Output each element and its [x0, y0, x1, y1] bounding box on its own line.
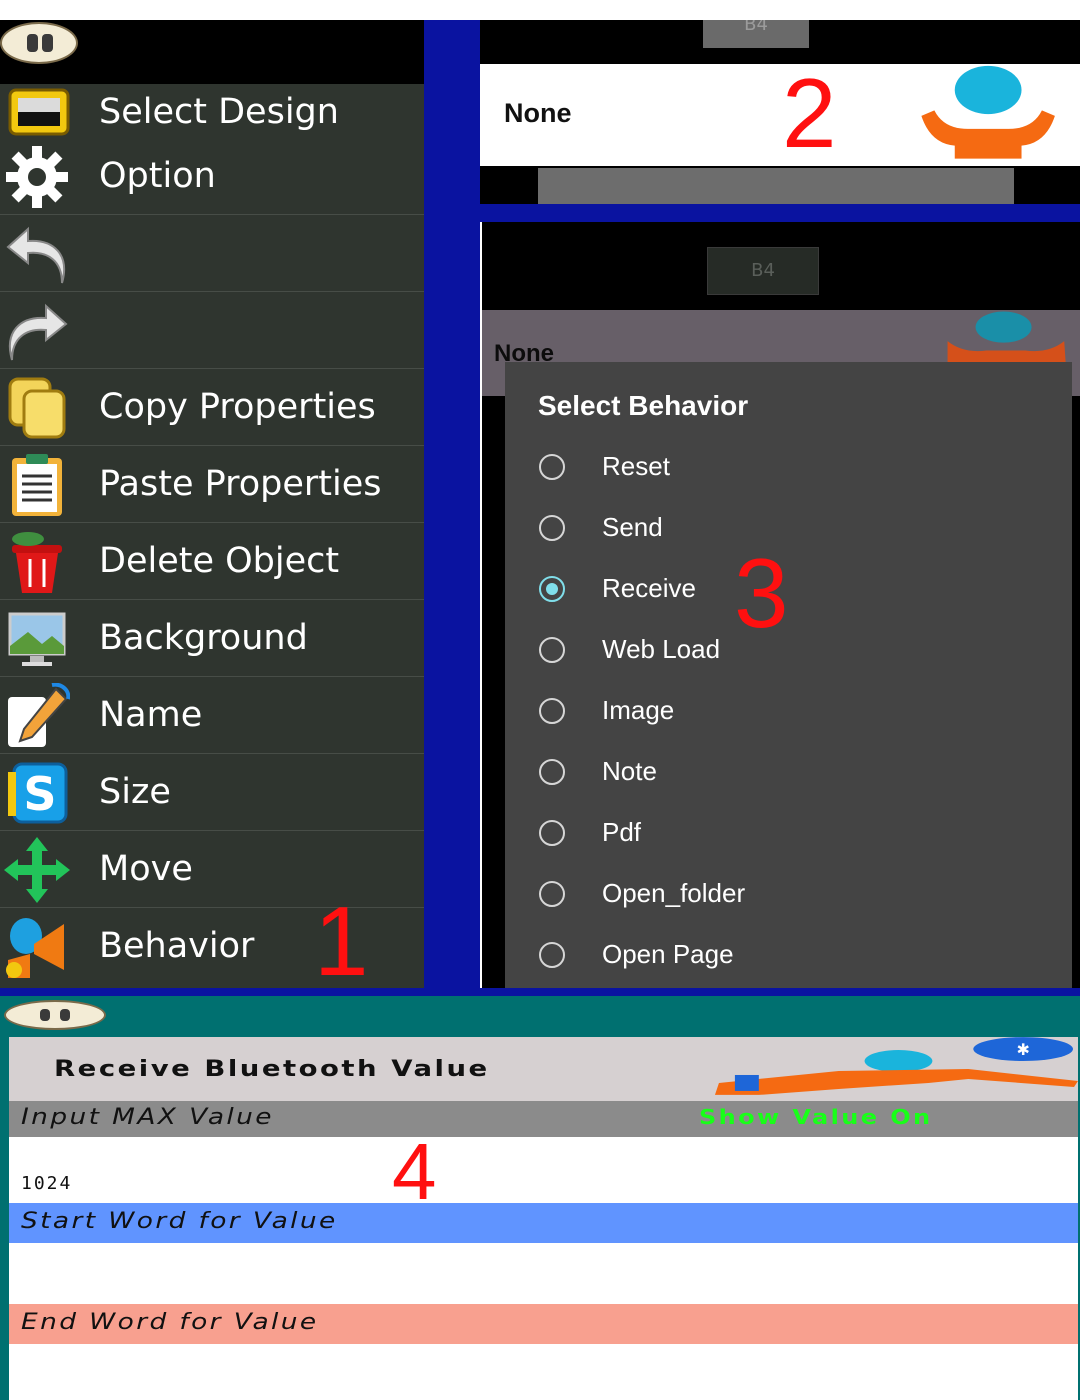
move-arrows-icon: [4, 837, 70, 903]
panel-divider: [0, 988, 1080, 996]
option-label: Pdf: [602, 817, 642, 847]
menu-item-label: Copy Properties: [99, 387, 376, 427]
pause-pill-icon[interactable]: [4, 1000, 106, 1030]
menu-item-label: Background: [99, 618, 308, 658]
undo-icon: [6, 226, 65, 284]
max-value-row: Input MAX Value Show Value On: [9, 1101, 1078, 1137]
option-label: Receive: [602, 573, 696, 603]
radio-button[interactable]: [539, 881, 565, 907]
option-open-folder[interactable]: Open_folder: [505, 863, 1072, 924]
menu-item-size[interactable]: S Size: [0, 754, 424, 831]
select-behavior-dialog: Select Behavior Reset Send Receive Web L…: [505, 362, 1072, 988]
radio-button[interactable]: [539, 942, 565, 968]
menu-item-label: Behavior: [99, 926, 255, 966]
max-value-input[interactable]: 1024: [9, 1137, 1078, 1203]
show-value-button[interactable]: Show Value On: [699, 1105, 932, 1129]
panel-divider: [480, 204, 1080, 222]
menu-item-select-design[interactable]: Select Design: [0, 84, 424, 139]
background-image-icon: [8, 612, 66, 666]
end-word-label: End Word for Value: [21, 1310, 319, 1335]
menu-item-label: Delete Object: [99, 541, 340, 581]
radio-button-selected[interactable]: [539, 576, 565, 602]
max-value-label: Input MAX Value: [21, 1105, 274, 1130]
option-label: Reset: [602, 451, 670, 481]
option-label: Note: [602, 756, 657, 786]
copy-icon: [8, 377, 66, 439]
start-word-input[interactable]: [9, 1243, 1078, 1304]
end-word-row: End Word for Value: [9, 1304, 1078, 1344]
svg-text:S: S: [23, 767, 56, 821]
menu-item-option[interactable]: Option: [0, 138, 424, 215]
pencil-icon: [8, 683, 70, 747]
size-icon: S: [8, 762, 68, 824]
option-label: Send: [602, 512, 663, 542]
menu-item-copy-properties[interactable]: Copy Properties: [0, 369, 424, 446]
dialog-title: Select Behavior: [538, 390, 749, 421]
max-value-text: 1024: [21, 1173, 73, 1194]
radio-button[interactable]: [539, 759, 565, 785]
bluetooth-person-icon: ✱: [714, 1037, 1078, 1095]
option-open-page[interactable]: Open Page: [505, 924, 1072, 985]
behavior-icon: [6, 918, 64, 978]
trash-icon: [12, 532, 62, 593]
annotation-number: 2: [782, 58, 837, 168]
annotation-number: 3: [734, 538, 789, 648]
option-image[interactable]: Image: [505, 680, 1072, 741]
menu-item-paste-properties[interactable]: Paste Properties: [0, 446, 424, 523]
menu-item-label: Paste Properties: [99, 464, 382, 504]
option-label: Open_folder: [602, 878, 746, 908]
start-word-row: Start Word for Value: [9, 1203, 1078, 1243]
b4-button[interactable]: B4: [707, 247, 819, 295]
menu-item-label: Size: [99, 772, 171, 812]
svg-text:✱: ✱: [1016, 1040, 1029, 1059]
settings-title-bar: Receive Bluetooth Value ✱: [9, 1037, 1078, 1101]
option-reset[interactable]: Reset: [505, 436, 1072, 497]
object-bar-bottom: [538, 168, 1014, 204]
option-label: Open Page: [602, 939, 734, 969]
object-preview-panel: B4 None: [480, 20, 1080, 204]
panel-divider: [424, 20, 480, 988]
end-word-input[interactable]: [9, 1344, 1078, 1400]
clipboard-icon: [12, 454, 62, 516]
page-title: Receive Bluetooth Value: [54, 1057, 490, 1082]
person-shrug-icon: [921, 65, 1055, 159]
menu-item-label: Option: [99, 156, 216, 196]
menu-item-label: Move: [99, 849, 193, 889]
menu-item-name[interactable]: Name: [0, 677, 424, 754]
option-note[interactable]: Note: [505, 741, 1072, 802]
option-label: Image: [602, 695, 675, 725]
radio-button[interactable]: [539, 820, 565, 846]
radio-button[interactable]: [539, 637, 565, 663]
object-menu-panel: Select Design Option Copy Properties Pas…: [0, 20, 424, 989]
menu-item-undo[interactable]: [0, 215, 424, 292]
design-frame-icon: [8, 88, 70, 136]
annotation-number: 1: [314, 886, 369, 996]
menu-item-delete-object[interactable]: Delete Object: [0, 523, 424, 600]
menu-item-label: Name: [99, 695, 203, 735]
option-pdf[interactable]: Pdf: [505, 802, 1072, 863]
annotation-number: 4: [392, 1127, 437, 1216]
app-header: [0, 996, 1080, 1036]
radio-button[interactable]: [539, 698, 565, 724]
menu-item-background[interactable]: Background: [0, 600, 424, 677]
start-word-label: Start Word for Value: [21, 1209, 338, 1234]
redo-icon: [9, 303, 68, 361]
radio-button[interactable]: [539, 515, 565, 541]
option-label: Web Load: [602, 634, 721, 664]
behavior-value: None: [504, 98, 572, 128]
menu-item-redo[interactable]: [0, 292, 424, 369]
gear-icon: [6, 146, 68, 208]
b4-tab[interactable]: B4: [703, 20, 809, 48]
radio-button[interactable]: [539, 454, 565, 480]
pause-pill-icon[interactable]: [0, 22, 78, 64]
